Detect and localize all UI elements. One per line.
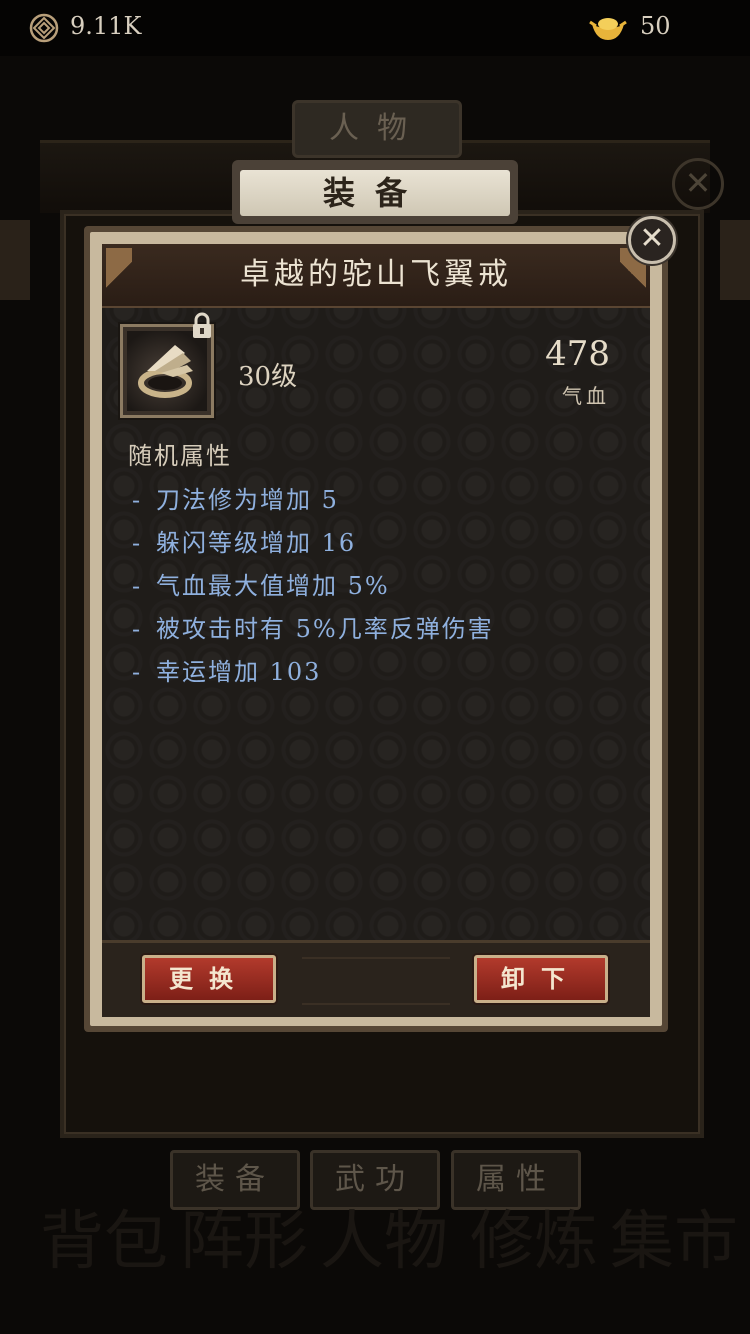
dialog-body: 卓越的驼山飞翼戒 30级 478 气血 随机属性 - 刀法修为增加 5 - 躲闪… [102,244,650,1017]
item-name: 卓越的驼山飞翼戒 [240,257,512,292]
ghost-nav-character: 人物 [320,1205,448,1279]
main-stat-value: 478 [545,334,610,374]
replace-button[interactable]: 更换 [142,955,276,1003]
ingot-amount: 50 [640,12,671,40]
item-level: 30级 [238,362,298,392]
unequip-button[interactable]: 卸下 [474,955,608,1003]
item-title-bar: 卓越的驼山飞翼戒 [102,244,650,308]
attribute-item: - 幸运增加 103 [132,658,322,686]
background-close-icon: ✕ [672,158,724,210]
main-stat-label: 气血 [562,384,610,408]
top-bar: 9.11K 50 [0,0,750,56]
attribute-item: - 气血最大值增加 5% [132,572,390,600]
attribute-list: - 刀法修为增加 5 - 躲闪等级增加 16 - 气血最大值增加 5% - 被攻击时有 … [132,480,494,695]
attribute-item: - 刀法修为增加 5 [132,486,339,514]
ghost-nav-market: 集市 [610,1205,738,1279]
coin-amount: 9.11K [70,12,142,40]
lock-icon[interactable] [190,312,214,340]
dialog-header-label: 装备 [240,170,510,216]
attribute-item: - 被攻击时有 5%几率反弹伤害 [132,615,494,643]
dialog-header-tab: 装备 [232,160,518,224]
attribute-item: - 躲闪等级增加 16 [132,529,357,557]
ghost-nav-formation: 阵形 [180,1205,308,1279]
ring-icon [127,331,207,411]
background-pillar-left [0,220,30,300]
gold-ingot-icon [589,18,627,40]
dialog-footer: 更换 卸下 [102,940,650,1017]
background-pillar-right [720,220,750,300]
close-icon[interactable]: ✕ [628,216,676,264]
coin-icon [29,13,59,43]
random-attributes-title: 随机属性 [128,442,232,470]
ghost-nav-training: 修炼 [470,1205,598,1279]
background-tab-character: 人物 [292,100,462,158]
item-detail-dialog: 卓越的驼山飞翼戒 30级 478 气血 随机属性 - 刀法修为增加 5 - 躲闪… [84,226,668,1032]
footer-ornament [302,957,450,1005]
ghost-nav-bag: 背包 [40,1205,168,1279]
